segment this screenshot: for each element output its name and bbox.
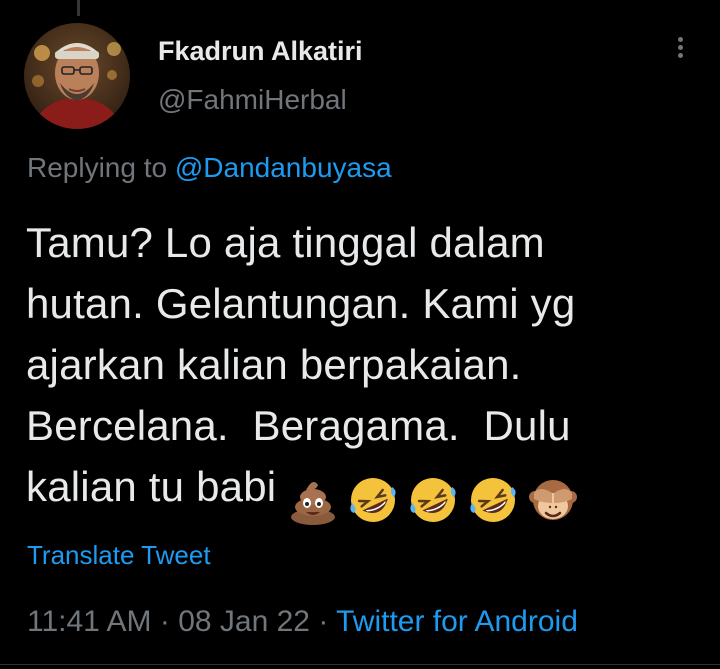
- replying-to-line: Replying to @Dandanbuyasa: [27, 152, 392, 184]
- tweet-text-line: kalian tu babi: [26, 463, 277, 510]
- thread-connector-line: [77, 0, 80, 16]
- tweet-text-line: Bercelana. Beragama. Dulu: [26, 402, 571, 449]
- tweet-time[interactable]: 11:41 AM: [27, 605, 152, 638]
- pile-of-poo-icon: [286, 473, 340, 527]
- tweet-text-last-line: kalian tu babi: [26, 456, 706, 525]
- emoji-row: [286, 466, 586, 527]
- rolling-laughing-icon: [346, 473, 400, 527]
- tweet-text-line: ajarkan kalian berpakaian.: [26, 341, 522, 388]
- reply-mention-link[interactable]: @Dandanbuyasa: [175, 152, 392, 183]
- divider: [0, 664, 720, 665]
- more-vertical-icon[interactable]: [668, 34, 692, 74]
- tweet-source-link[interactable]: Twitter for Android: [336, 605, 578, 638]
- tweet-text-line: Tamu? Lo aja tinggal dalam: [26, 219, 545, 266]
- translate-tweet-link[interactable]: Translate Tweet: [27, 540, 211, 571]
- rolling-laughing-icon: [406, 473, 460, 527]
- meta-separator: ·: [151, 605, 179, 638]
- tweet-text-line: hutan. Gelantungan. Kami yg: [26, 280, 576, 327]
- replying-to-label: Replying to: [27, 152, 175, 183]
- tweet-metadata: 11:41 AM · 08 Jan 22 · Twitter for Andro…: [27, 605, 578, 639]
- see-no-evil-monkey-icon: [526, 473, 580, 527]
- tweet-date[interactable]: 08 Jan 22: [178, 605, 310, 638]
- rolling-laughing-icon: [466, 473, 520, 527]
- meta-separator: ·: [309, 605, 337, 638]
- author-handle[interactable]: @FahmiHerbal: [158, 84, 347, 116]
- avatar[interactable]: [24, 23, 130, 129]
- author-display-name[interactable]: Fkadrun Alkatiri: [158, 36, 363, 67]
- tweet-text: Tamu? Lo aja tinggal dalam hutan. Gelant…: [26, 212, 706, 525]
- profile-photo-icon: [24, 23, 130, 129]
